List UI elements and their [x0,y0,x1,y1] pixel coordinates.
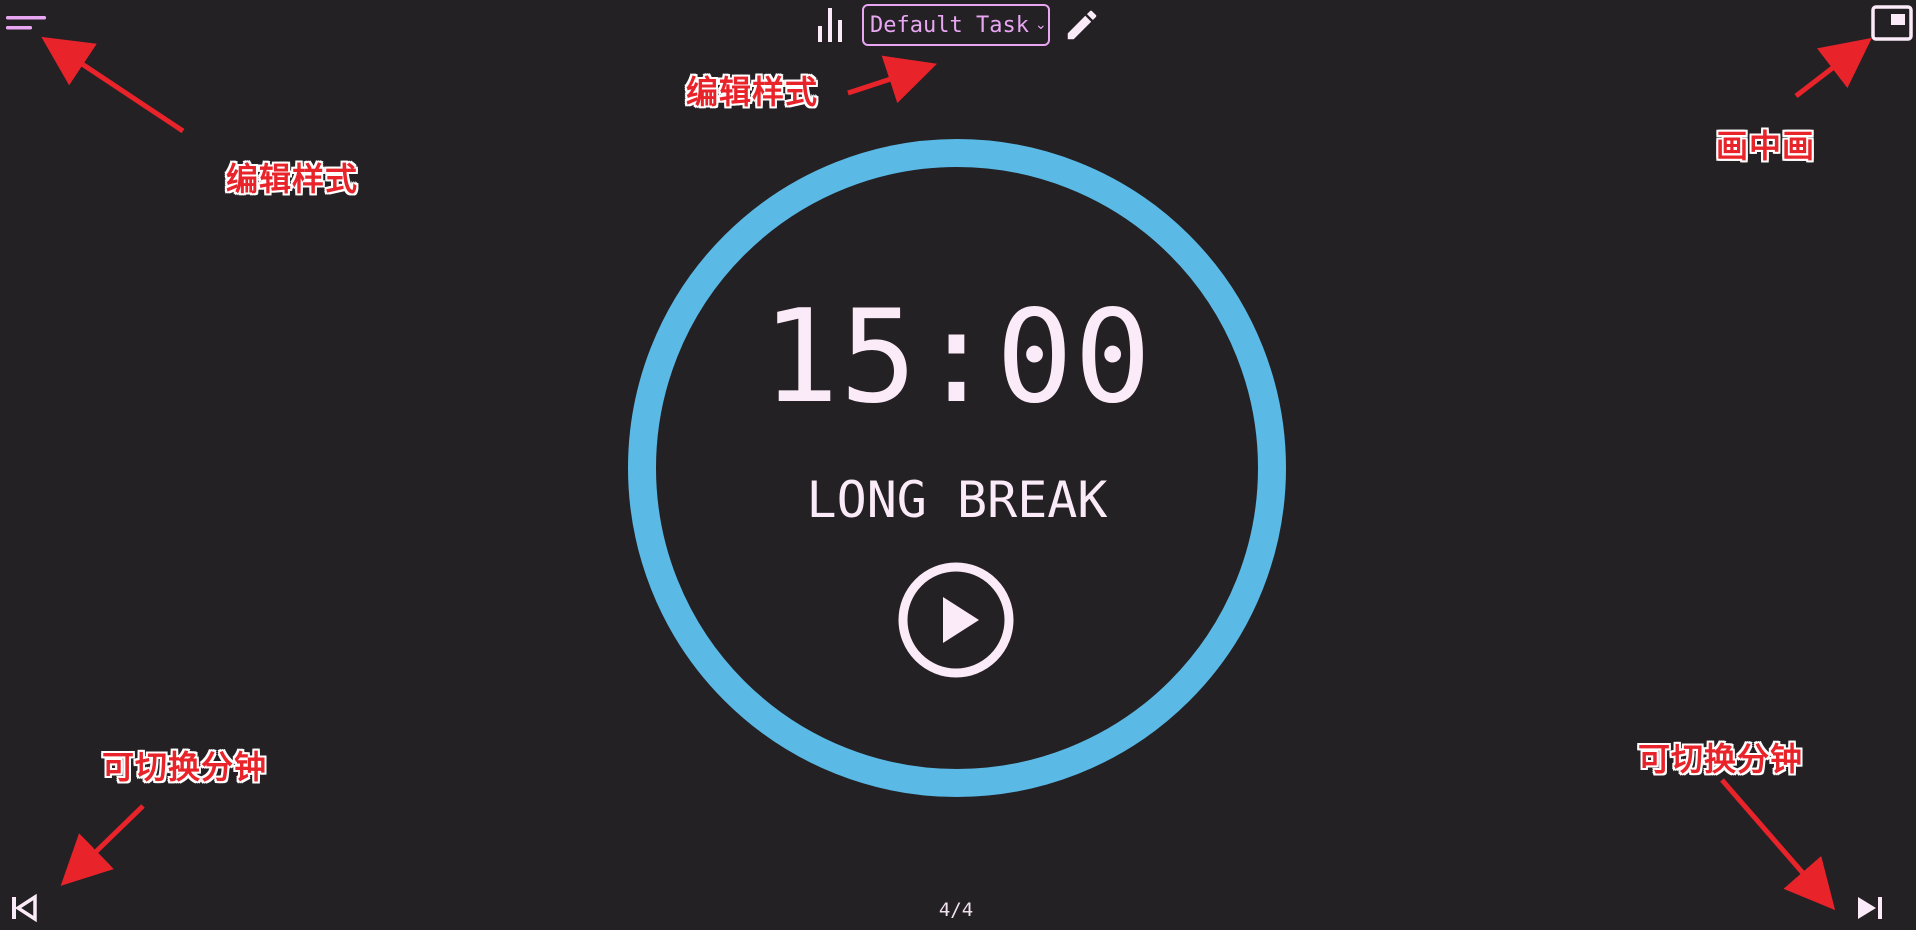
pip-annotation-arrow [1794,37,1872,98]
bar-chart-icon [818,8,842,42]
next-session-button[interactable] [1854,892,1886,924]
menu-annotation-arrow [41,36,185,134]
previous-session-button[interactable] [8,892,40,924]
task-annotation-arrow [847,55,938,104]
menu-annotation-label: 编辑样式 [226,160,359,198]
pip-annotation-label: 画中画 [1716,127,1816,165]
task-annotation-label: 编辑样式 [686,73,819,111]
skip-previous-icon [12,893,37,923]
task-select[interactable]: Default Task ⌄ [862,4,1050,46]
timer-display: 15:00 [761,283,1153,432]
menu-icon [6,16,46,30]
play-icon [898,562,1014,678]
pencil-icon [1067,10,1097,40]
prev-annotation-arrow [60,804,145,886]
edit-task-button[interactable] [1063,6,1101,44]
prev-annotation-label: 可切换分钟 [102,748,268,786]
chevron-down-icon: ⌄ [1034,17,1047,33]
session-counter: 4/4 [938,899,974,921]
skip-next-icon [1858,897,1882,919]
picture-in-picture-icon [1871,5,1913,41]
next-annotation-arrow [1720,778,1836,911]
next-annotation-label: 可切换分钟 [1638,740,1804,778]
play-button[interactable] [897,561,1015,679]
picture-in-picture-button[interactable] [1870,4,1914,42]
pomodoro-app: Default Task ⌄ 15:00 LONG BREAK 4/4 编辑样式… [0,0,1916,930]
timer-phase-label: LONG BREAK [806,471,1108,529]
menu-button[interactable] [4,12,48,36]
statistics-button[interactable] [815,4,847,44]
task-select-value: Default Task [870,12,1029,38]
